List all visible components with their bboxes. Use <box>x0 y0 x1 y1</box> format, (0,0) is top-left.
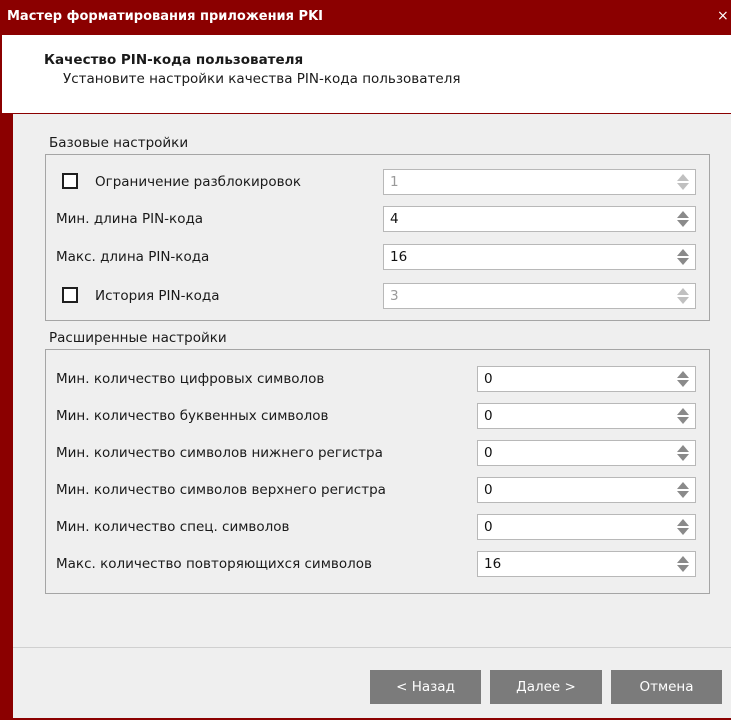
min-length-label: Мин. длина PIN-кода <box>56 211 204 227</box>
advanced-settings-group: Мин. количество цифровых символов Мин. к… <box>45 349 710 594</box>
adv-row-label: Мин. количество символов верхнего регист… <box>56 482 386 498</box>
min-length-input[interactable] <box>384 207 675 231</box>
unlock-limit-checkbox[interactable] <box>62 173 78 189</box>
next-button[interactable]: Далее > <box>490 670 602 704</box>
history-input[interactable] <box>384 284 675 308</box>
unlock-limit-input[interactable] <box>384 170 675 194</box>
advanced-settings-label: Расширенные настройки <box>49 330 227 346</box>
spin-arrows-icon[interactable] <box>677 444 689 462</box>
max-length-spinbox[interactable] <box>383 244 696 270</box>
spin-arrows-icon[interactable] <box>677 287 689 305</box>
unlock-limit-label: Ограничение разблокировок <box>95 174 302 190</box>
adv-row-label: Мин. количество цифровых символов <box>56 371 325 387</box>
history-label: История PIN-кода <box>95 288 220 304</box>
adv-row-label: Мин. количество спец. символов <box>56 519 290 535</box>
min-lowercase-input[interactable] <box>478 441 675 465</box>
min-length-spinbox[interactable] <box>383 206 696 232</box>
footer-separator <box>13 647 731 648</box>
title-bar[interactable]: Мастер форматирования приложения PKI × <box>0 0 731 35</box>
min-digits-input[interactable] <box>478 367 675 391</box>
cancel-button[interactable]: Отмена <box>611 670 722 704</box>
wizard-window: Мастер форматирования приложения PKI × К… <box>0 0 731 720</box>
basic-settings-label: Базовые настройки <box>49 135 189 151</box>
spin-arrows-icon[interactable] <box>677 248 689 266</box>
spin-arrows-icon[interactable] <box>677 210 689 228</box>
spin-arrows-icon[interactable] <box>677 173 689 191</box>
spin-arrows-icon[interactable] <box>677 555 689 573</box>
min-letters-input[interactable] <box>478 404 675 428</box>
history-checkbox[interactable] <box>62 287 78 303</box>
min-digits-spinbox[interactable] <box>477 366 696 392</box>
basic-settings-group: Ограничение разблокировок Мин. длина PIN… <box>45 154 710 321</box>
min-uppercase-input[interactable] <box>478 478 675 502</box>
max-length-input[interactable] <box>384 245 675 269</box>
min-letters-spinbox[interactable] <box>477 403 696 429</box>
window-title: Мастер форматирования приложения PKI <box>7 9 323 24</box>
spin-arrows-icon[interactable] <box>677 518 689 536</box>
min-uppercase-spinbox[interactable] <box>477 477 696 503</box>
adv-row-label: Макс. количество повторяющихся символов <box>56 556 372 572</box>
max-repeat-input[interactable] <box>478 552 675 576</box>
max-length-label: Макс. длина PIN-кода <box>56 249 210 265</box>
min-lowercase-spinbox[interactable] <box>477 440 696 466</box>
wizard-header: Качество PIN-кода пользователя Установит… <box>2 35 731 113</box>
spin-arrows-icon[interactable] <box>677 370 689 388</box>
history-spinbox[interactable] <box>383 283 696 309</box>
back-button[interactable]: < Назад <box>370 670 481 704</box>
spin-arrows-icon[interactable] <box>677 481 689 499</box>
min-special-spinbox[interactable] <box>477 514 696 540</box>
unlock-limit-spinbox[interactable] <box>383 169 696 195</box>
page-subtitle: Установите настройки качества PIN-кода п… <box>63 71 461 87</box>
min-special-input[interactable] <box>478 515 675 539</box>
close-icon[interactable]: × <box>717 8 731 24</box>
spin-arrows-icon[interactable] <box>677 407 689 425</box>
wizard-content: Базовые настройки Ограничение разблокиро… <box>13 114 731 718</box>
max-repeat-spinbox[interactable] <box>477 551 696 577</box>
adv-row-label: Мин. количество буквенных символов <box>56 408 329 424</box>
page-title: Качество PIN-кода пользователя <box>44 52 304 68</box>
adv-row-label: Мин. количество символов нижнего регистр… <box>56 445 383 461</box>
